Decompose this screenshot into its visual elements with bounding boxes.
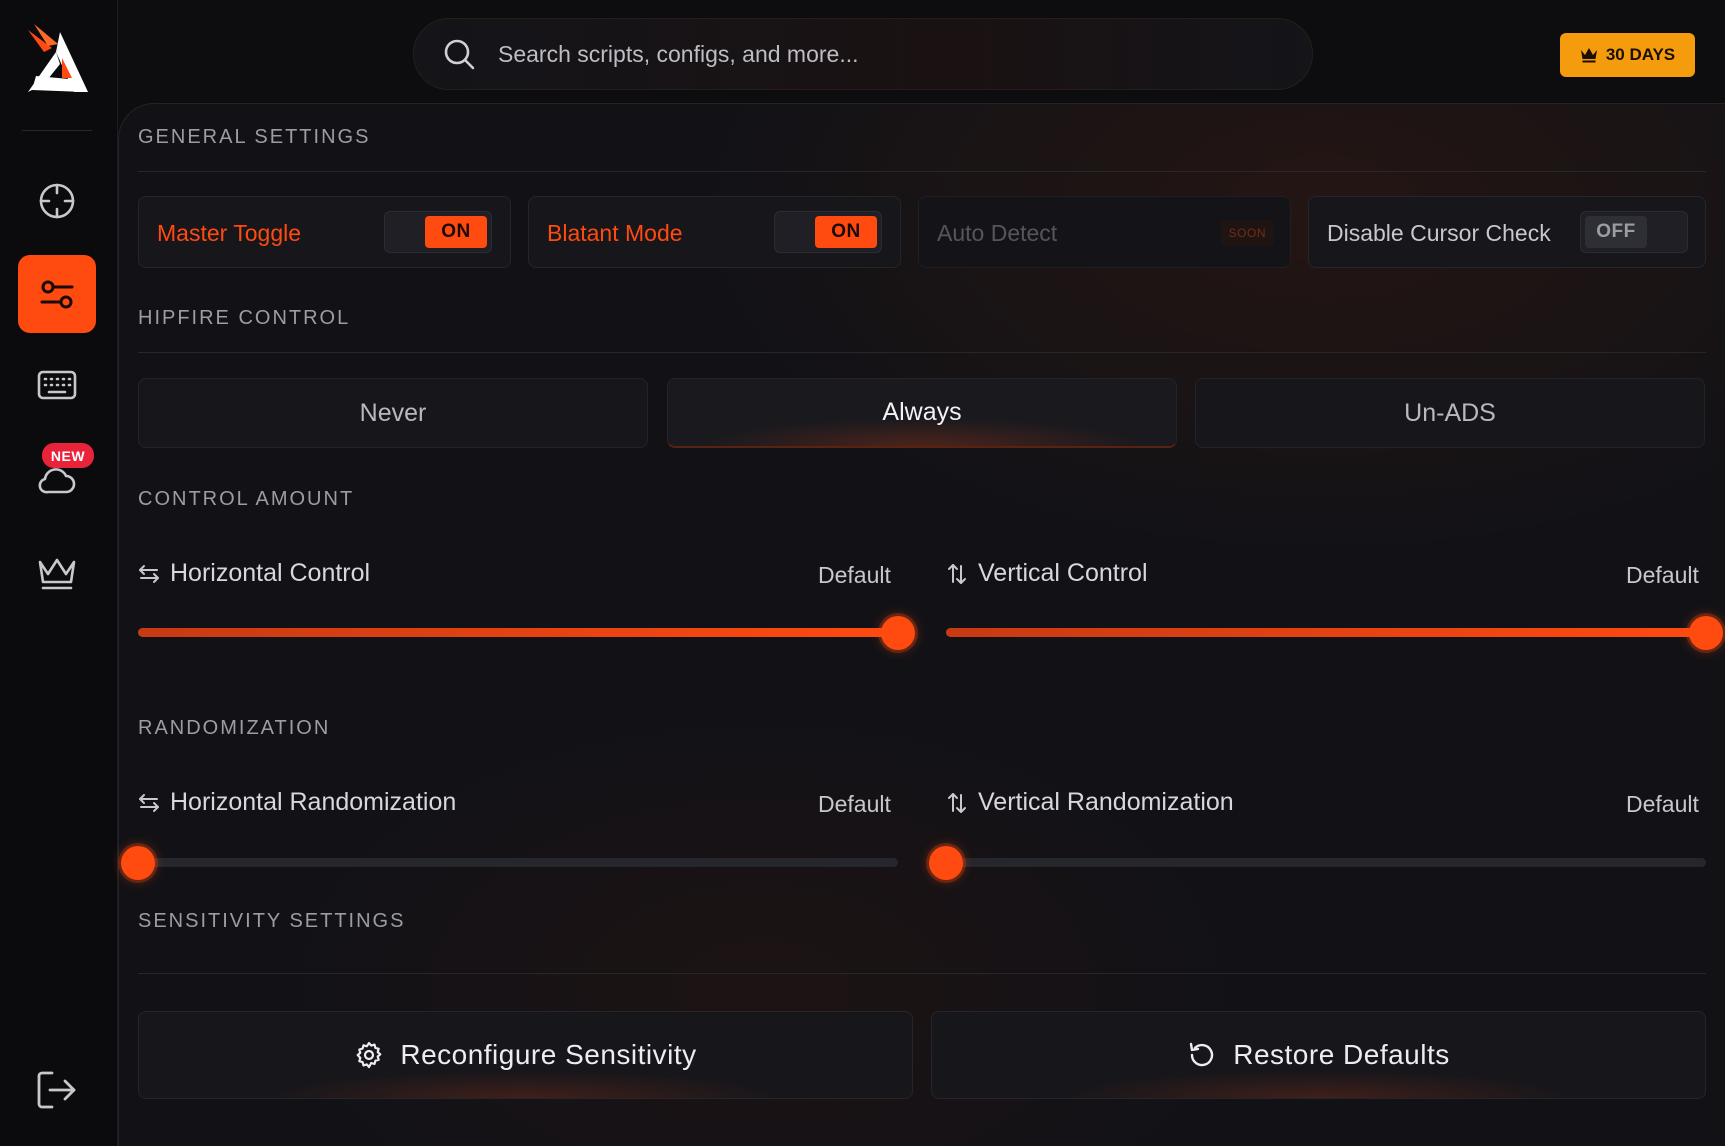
toggle-card-auto-detect: Auto Detect SOON xyxy=(918,196,1291,268)
slider-fill xyxy=(946,628,1706,637)
sidebar-item-settings[interactable] xyxy=(18,255,96,333)
vertical-control-value: Default xyxy=(1626,562,1699,588)
slider-fill xyxy=(138,628,898,637)
slider-thumb[interactable] xyxy=(881,615,915,650)
logout-icon xyxy=(37,1071,76,1109)
search-bar[interactable] xyxy=(413,18,1313,90)
section-title-sensitivity: SENSITIVITY SETTINGS xyxy=(138,910,406,932)
vertical-arrows-icon xyxy=(948,792,966,813)
master-toggle-switch[interactable]: ON xyxy=(384,211,492,253)
horizontal-control-value: Default xyxy=(818,562,891,588)
crown-icon xyxy=(38,558,76,590)
subscription-days-button[interactable]: 30 DAYS xyxy=(1560,33,1695,77)
sliders-icon xyxy=(40,280,74,309)
section-divider xyxy=(138,352,1706,353)
sidebar-item-keyboard[interactable] xyxy=(18,346,96,424)
sidebar: NEW xyxy=(0,0,118,1146)
gear-icon xyxy=(356,1041,382,1069)
hipfire-option-always[interactable]: Always xyxy=(667,378,1177,448)
slider-title: Horizontal Randomization xyxy=(170,788,457,816)
new-badge: NEW xyxy=(42,443,94,468)
section-title-control: CONTROL AMOUNT xyxy=(138,488,355,510)
slider-title: Vertical Control xyxy=(978,559,1148,587)
hipfire-option-un-ads[interactable]: Un-ADS xyxy=(1195,378,1705,448)
toggle-label-blatant: Blatant Mode xyxy=(547,220,683,246)
horizontal-randomization-slider[interactable] xyxy=(121,845,898,880)
vertical-control-slider[interactable] xyxy=(946,615,1723,650)
slider-thumb[interactable] xyxy=(1689,615,1723,650)
vertical-randomization-label: Vertical Randomization xyxy=(946,788,1234,817)
switch-state: ON xyxy=(425,216,487,248)
slider-title: Vertical Randomization xyxy=(978,788,1234,816)
restore-defaults-button[interactable]: Restore Defaults xyxy=(931,1011,1706,1099)
search-icon xyxy=(444,39,475,70)
app-logo xyxy=(22,22,92,96)
restore-icon xyxy=(1190,1042,1214,1067)
subscription-days-label: 30 DAYS xyxy=(1605,45,1676,64)
horizontal-randomization-label: Horizontal Randomization xyxy=(138,788,456,817)
toggle-card-master[interactable]: Master Toggle ON xyxy=(138,196,511,268)
toggle-card-blatant[interactable]: Blatant Mode ON xyxy=(528,196,901,268)
switch-state: ON xyxy=(815,216,877,248)
blatant-mode-switch[interactable]: ON xyxy=(774,211,882,253)
toggle-label-cursor-check: Disable Cursor Check xyxy=(1327,220,1551,246)
sidebar-item-aim[interactable] xyxy=(18,162,96,240)
reconfigure-sensitivity-button[interactable]: Reconfigure Sensitivity xyxy=(138,1011,913,1099)
keyboard-icon xyxy=(37,370,77,400)
horizontal-control-label: Horizontal Control xyxy=(138,559,370,588)
horizontal-randomization-value: Default xyxy=(818,791,891,817)
sidebar-divider xyxy=(22,130,92,131)
logout-button[interactable] xyxy=(34,1068,78,1112)
restore-label: Restore Defaults xyxy=(1233,1039,1450,1070)
toggle-label-auto-detect: Auto Detect xyxy=(937,220,1058,246)
section-title-general: GENERAL SETTINGS xyxy=(138,126,371,148)
section-title-randomization: RANDOMIZATION xyxy=(138,717,331,739)
vertical-randomization-slider[interactable] xyxy=(929,845,1706,880)
reconfigure-label: Reconfigure Sensitivity xyxy=(400,1039,697,1070)
vertical-randomization-value: Default xyxy=(1626,791,1699,817)
search-input[interactable] xyxy=(498,40,1278,68)
hipfire-option-never[interactable]: Never xyxy=(138,378,648,448)
crown-icon xyxy=(1580,48,1597,63)
slider-thumb[interactable] xyxy=(121,845,155,880)
toggle-label-master: Master Toggle xyxy=(157,220,302,246)
horizontal-arrows-icon xyxy=(139,564,159,583)
vertical-control-label: Vertical Control xyxy=(946,559,1148,588)
slider-thumb[interactable] xyxy=(929,845,963,880)
soon-badge: SOON xyxy=(1220,220,1274,246)
section-divider xyxy=(138,973,1706,974)
horizontal-arrows-icon xyxy=(139,793,159,812)
toggle-card-cursor-check[interactable]: Disable Cursor Check OFF xyxy=(1308,196,1706,268)
vertical-arrows-icon xyxy=(948,563,966,584)
crosshair-icon xyxy=(39,183,75,219)
section-title-hipfire: HIPFIRE CONTROL xyxy=(138,307,351,329)
horizontal-control-slider[interactable] xyxy=(138,615,915,650)
sidebar-item-premium[interactable] xyxy=(18,534,96,612)
cursor-check-switch[interactable]: OFF xyxy=(1580,211,1688,253)
switch-state: OFF xyxy=(1585,216,1647,248)
slider-title: Horizontal Control xyxy=(170,559,371,587)
section-divider xyxy=(138,171,1706,172)
